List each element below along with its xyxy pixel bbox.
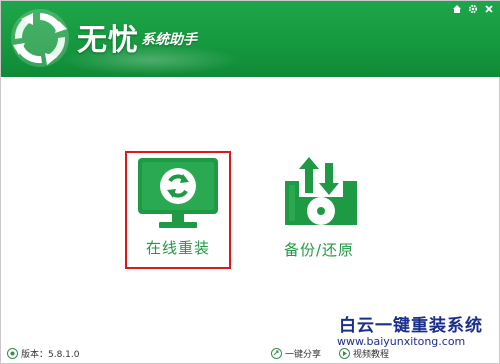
recycle-logo-icon xyxy=(11,9,69,67)
watermark-text: 白云一键重装系统 xyxy=(339,316,483,336)
version-icon xyxy=(7,348,18,359)
app-window: 无忧 系统助手 在线重装 备份/还原 白云一键重装系统 www.baiyunxi… xyxy=(0,0,500,364)
close-button[interactable] xyxy=(483,3,495,15)
reinstall-label: 在线重装 xyxy=(145,239,210,257)
video-icon xyxy=(339,348,350,359)
version-text: 版本：5.8.1.0 xyxy=(21,350,80,360)
settings-button[interactable] xyxy=(467,3,479,15)
video-tutorial-link[interactable]: 视频教程 xyxy=(339,347,389,360)
monitor-refresh-icon xyxy=(138,158,218,228)
app-subtitle: 系统助手 xyxy=(141,32,197,48)
home-icon xyxy=(453,5,461,13)
gear-icon xyxy=(468,4,478,14)
reinstall-tile[interactable]: 在线重装 xyxy=(125,151,231,269)
backup-restore-label: 备份/还原 xyxy=(283,241,355,259)
close-icon xyxy=(485,5,493,13)
backup-restore-tile[interactable]: 备份/还原 xyxy=(269,153,369,265)
window-controls xyxy=(451,3,495,15)
home-button[interactable] xyxy=(451,3,463,15)
video-text: 视频教程 xyxy=(353,350,390,360)
status-bar: 版本：5.8.1.0 一键分享 视频教程 xyxy=(1,343,500,364)
share-link[interactable]: 一键分享 xyxy=(271,347,321,360)
share-icon xyxy=(271,348,282,359)
version-info: 版本：5.8.1.0 xyxy=(7,347,80,360)
disk-backup-icon xyxy=(285,157,357,225)
share-text: 一键分享 xyxy=(285,350,322,360)
app-title: 无忧 xyxy=(77,23,139,58)
header-banner: 无忧 系统助手 xyxy=(1,1,500,77)
